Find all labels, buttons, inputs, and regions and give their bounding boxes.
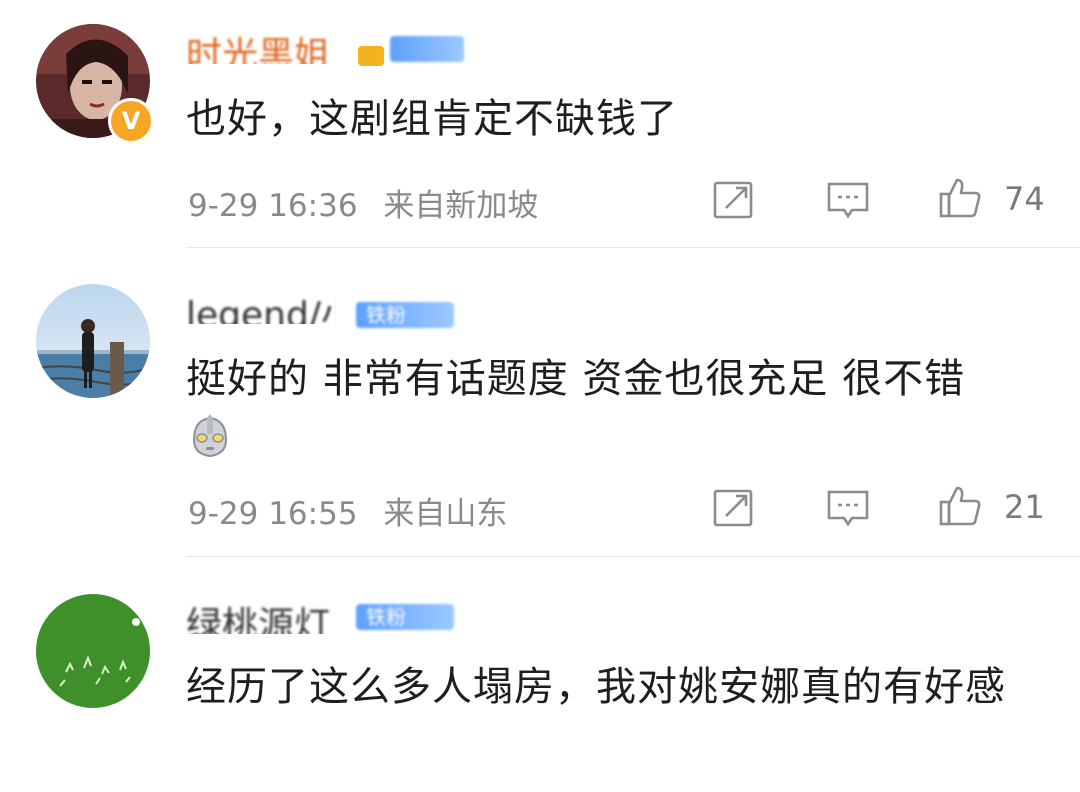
avatar[interactable] xyxy=(36,594,150,708)
fan-badge: 铁粉 xyxy=(356,604,454,630)
comment-text: 经历了这么多人塌房，我对姚安娜真的有好感 xyxy=(186,664,1006,710)
comment-item: 绿桃源灯 铁粉 经历了这么多人塌房，我对姚安娜真的有好感 xyxy=(0,0,1080,792)
username[interactable]: 绿桃源灯 xyxy=(186,600,342,635)
